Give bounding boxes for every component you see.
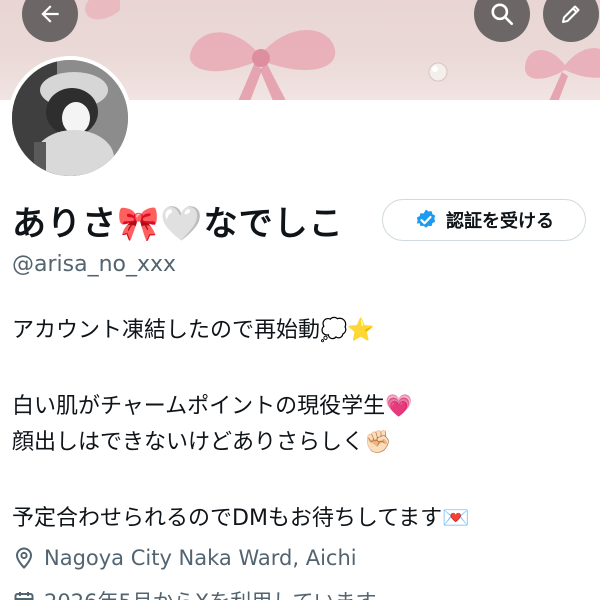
location-text: Nagoya City Naka Ward, Aichi: [44, 546, 357, 570]
user-handle: @arisa_no_xxx: [12, 252, 177, 277]
arrow-left-icon: [41, 5, 59, 23]
display-name: ありさ🎀🤍なでしこ: [12, 204, 344, 244]
get-verified-label: 認証を受ける: [446, 211, 554, 232]
ribbon-decoration: [525, 48, 600, 100]
joined-row: 2026年5月からXを利用しています: [12, 586, 377, 600]
pencil-icon: [562, 5, 580, 23]
ribbon-decoration: [189, 30, 336, 100]
bio-line: アカウント凍結したので再始動💭⭐: [12, 318, 375, 343]
avatar-image: [12, 60, 128, 176]
bio-line: 顔出しはできないけどありさらしく✊🏻: [12, 430, 392, 455]
display-name-row: ありさ🎀🤍なでしこ: [12, 196, 344, 245]
calendar-icon: [14, 592, 34, 600]
pearl-decoration: [428, 62, 448, 82]
get-verified-button[interactable]: 認証を受ける: [382, 199, 586, 241]
search-icon: [491, 3, 514, 26]
verified-badge-icon: [416, 209, 436, 228]
location-row: Nagoya City Naka Ward, Aichi: [12, 546, 357, 570]
joined-text: 2026年5月からXを利用しています: [44, 586, 377, 600]
avatar-photo-icon: [12, 60, 128, 176]
bio-line: 予定合わせられるのでDMもお待ちしてます💌: [12, 506, 470, 531]
avatar[interactable]: [8, 56, 132, 180]
location-pin-icon: [15, 547, 33, 569]
ribbon-decoration: [85, 0, 120, 20]
bio-line: 白い肌がチャームポイントの現役学生💗: [12, 394, 413, 419]
